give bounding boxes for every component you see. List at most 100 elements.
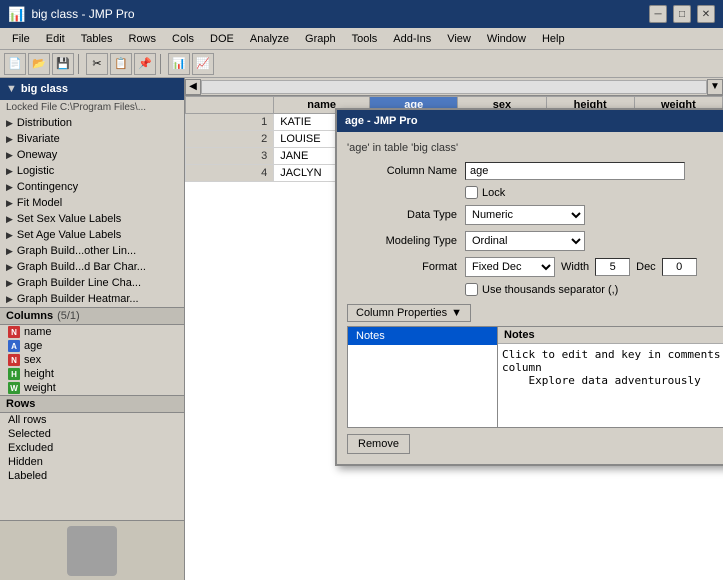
tree-arrow: ▶ [6, 166, 13, 177]
column-nav: ◀ ▼ [185, 78, 723, 96]
menu-item-window[interactable]: Window [479, 31, 534, 47]
col-type-icon: W [8, 382, 20, 394]
dec-input[interactable] [662, 258, 697, 276]
tree-item[interactable]: ▶Bivariate [0, 131, 184, 147]
toolbar-separator [78, 54, 82, 74]
app-icon: 📊 [8, 6, 25, 23]
col-props-button[interactable]: Column Properties ▼ [347, 304, 471, 322]
dialog-title-bar: age - JMP Pro ─ □ ✕ [337, 110, 723, 132]
dialog-main-content: 'age' in table 'big class' Column Name L… [337, 132, 723, 464]
notes-area: Notes Click to edit and key in comments … [498, 327, 723, 427]
menu-item-tables[interactable]: Tables [73, 31, 121, 47]
column-item-name[interactable]: Nname [0, 325, 184, 339]
row-filter-item[interactable]: Hidden [0, 455, 184, 469]
minimize-button[interactable]: ─ [649, 5, 667, 23]
notes-scroll-area[interactable]: Click to edit and key in comments about … [498, 344, 723, 427]
menu-item-help[interactable]: Help [534, 31, 573, 47]
row-filter-item[interactable]: Selected [0, 427, 184, 441]
format-select[interactable]: Fixed DecBestFixedPercent [465, 257, 555, 277]
tree-item[interactable]: ▶Oneway [0, 147, 184, 163]
tree-item[interactable]: ▶Graph Build...other Lin... [0, 243, 184, 259]
tree-item[interactable]: ▶Logistic [0, 163, 184, 179]
column-item-age[interactable]: Aage [0, 339, 184, 353]
column-item-sex[interactable]: Nsex [0, 353, 184, 367]
tree-item[interactable]: ▶Contingency [0, 179, 184, 195]
tree-arrow: ▶ [6, 262, 13, 273]
tree-item[interactable]: ▶Graph Builder Heatmar... [0, 291, 184, 307]
tree-arrow: ▶ [6, 278, 13, 289]
save-button[interactable]: 💾 [52, 53, 74, 75]
modeling-type-select[interactable]: OrdinalNominalContinuous [465, 231, 585, 251]
col-type-icon: H [8, 368, 20, 380]
tree-item[interactable]: ▶Set Age Value Labels [0, 227, 184, 243]
col-nav-down[interactable]: ▼ [707, 79, 723, 95]
rows-section: All rowsSelectedExcludedHiddenLabeled [0, 413, 184, 483]
thousands-checkbox[interactable] [465, 283, 478, 296]
row-filter-item[interactable]: Labeled [0, 469, 184, 483]
tree-arrow: ▶ [6, 294, 13, 305]
format-controls: Fixed DecBestFixedPercent Width Dec [465, 257, 697, 277]
col-nav-left[interactable]: ◀ [185, 79, 201, 95]
close-button[interactable]: ✕ [697, 5, 715, 23]
col-scrollbar[interactable] [201, 80, 707, 94]
row-filter-item[interactable]: All rows [0, 413, 184, 427]
menu-item-view[interactable]: View [439, 31, 479, 47]
columns-count: (5/1) [57, 310, 80, 322]
row-number: 2 [186, 131, 274, 148]
paste-button[interactable]: 📌 [134, 53, 156, 75]
tb-graph[interactable]: 📈 [192, 53, 214, 75]
tree-arrow: ▶ [6, 134, 13, 145]
menu-item-cols[interactable]: Cols [164, 31, 202, 47]
col-props-header: Column Properties ▼ [347, 304, 723, 322]
table-header-rownum[interactable] [186, 97, 274, 114]
copy-button[interactable]: 📋 [110, 53, 132, 75]
tree-arrow: ▶ [6, 214, 13, 225]
tree-item[interactable]: ▶Graph Builder Line Cha... [0, 275, 184, 291]
row-filter-item[interactable]: Excluded [0, 441, 184, 455]
col-props-label: Column Properties [356, 307, 447, 319]
menu-item-doe[interactable]: DOE [202, 31, 242, 47]
menu-item-tools[interactable]: Tools [344, 31, 386, 47]
cut-button[interactable]: ✂ [86, 53, 108, 75]
open-button[interactable]: 📂 [28, 53, 50, 75]
col-type-icon: N [8, 354, 20, 366]
remove-button[interactable]: Remove [347, 434, 410, 454]
data-type-select[interactable]: NumericCharacterInteger [465, 205, 585, 225]
columns-label: Columns [6, 310, 53, 322]
panel-collapse-arrow[interactable]: ▼ [6, 83, 17, 95]
menu-item-graph[interactable]: Graph [297, 31, 344, 47]
panel-title: big class [21, 83, 68, 95]
width-input[interactable] [595, 258, 630, 276]
col-props-section: Column Properties ▼ Notes Notes Click to… [347, 304, 723, 454]
dialog-body: 'age' in table 'big class' Column Name L… [337, 132, 723, 464]
menu-item-analyze[interactable]: Analyze [242, 31, 297, 47]
tree-item[interactable]: ▶Fit Model [0, 195, 184, 211]
tree-item[interactable]: ▶Graph Build...d Bar Char... [0, 259, 184, 275]
maximize-button[interactable]: □ [673, 5, 691, 23]
column-item-weight[interactable]: Wweight [0, 381, 184, 395]
new-button[interactable]: 📄 [4, 53, 26, 75]
dialog-title-text: age - JMP Pro [345, 115, 723, 127]
tree-items-list: ▶Distribution▶Bivariate▶Oneway▶Logistic▶… [0, 115, 184, 307]
column-name-input[interactable] [465, 162, 685, 180]
menu-item-file[interactable]: File [4, 31, 38, 47]
column-item-height[interactable]: Hheight [0, 367, 184, 381]
rows-section-header: Rows [0, 395, 184, 413]
menu-item-add-ins[interactable]: Add-Ins [385, 31, 439, 47]
thousands-row: Use thousands separator (,) [465, 283, 723, 296]
width-label: Width [561, 261, 589, 273]
tb-analyze[interactable]: 📊 [168, 53, 190, 75]
menu-item-edit[interactable]: Edit [38, 31, 73, 47]
props-list-item[interactable]: Notes [348, 327, 497, 345]
tree-arrow: ▶ [6, 150, 13, 161]
data-type-label: Data Type [347, 209, 457, 221]
tree-item[interactable]: ▶Set Sex Value Labels [0, 211, 184, 227]
format-row: Format Fixed DecBestFixedPercent Width D… [347, 257, 723, 277]
app-title: big class - JMP Pro [31, 7, 649, 21]
row-number: 4 [186, 165, 274, 182]
tree-arrow: ▶ [6, 230, 13, 241]
title-bar: 📊 big class - JMP Pro ─ □ ✕ [0, 0, 723, 28]
lock-checkbox[interactable] [465, 186, 478, 199]
menu-item-rows[interactable]: Rows [121, 31, 165, 47]
tree-item[interactable]: ▶Distribution [0, 115, 184, 131]
